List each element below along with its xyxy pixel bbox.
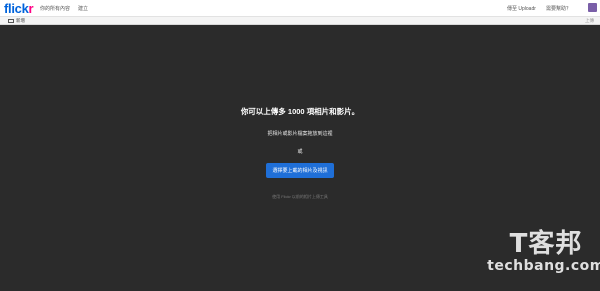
flickr-logo[interactable]: flickr [4, 1, 34, 16]
top-navigation-bar: flickr 你的所有內容 建立 傳至 Uploadr 需要幫助？ [0, 0, 600, 17]
nav-create[interactable]: 建立 [78, 5, 88, 12]
nav-you[interactable]: 你的所有內容 [40, 5, 70, 12]
logo-accent-text: r [28, 1, 34, 16]
watermark-name: techbang.com [487, 258, 600, 274]
help-link[interactable]: 需要幫助？ [546, 5, 571, 12]
folder-add-icon [8, 19, 14, 23]
old-uploader-link[interactable]: 使用 Flickr 以前的相片上傳工具 [0, 194, 600, 200]
techbang-watermark: T客邦 techbang.com [487, 223, 600, 285]
add-button-label: 新增 [16, 18, 25, 23]
drag-drop-hint: 把相片或影片檔案拖放到這裡 [267, 131, 333, 137]
upload-dropzone[interactable]: 你可以上傳多 1000 項相片和影片。 把相片或影片檔案拖放到這裡 或 選擇要上… [0, 100, 600, 200]
upload-toolbar-button[interactable]: 上傳 [585, 18, 594, 24]
upload-toolbar: 新增 上傳 [0, 17, 600, 25]
uploadr-link[interactable]: 傳至 Uploadr [507, 5, 536, 12]
add-button[interactable]: 新增 [8, 18, 25, 24]
logo-main-text: flick [4, 1, 29, 16]
choose-files-button[interactable]: 選擇要上載的相片及視訊 [266, 163, 334, 178]
upload-headline: 你可以上傳多 1000 項相片和影片。 [240, 107, 360, 116]
user-avatar-icon[interactable] [588, 3, 597, 12]
or-separator: 或 [297, 149, 303, 155]
watermark-mark: T客邦 [509, 229, 583, 259]
